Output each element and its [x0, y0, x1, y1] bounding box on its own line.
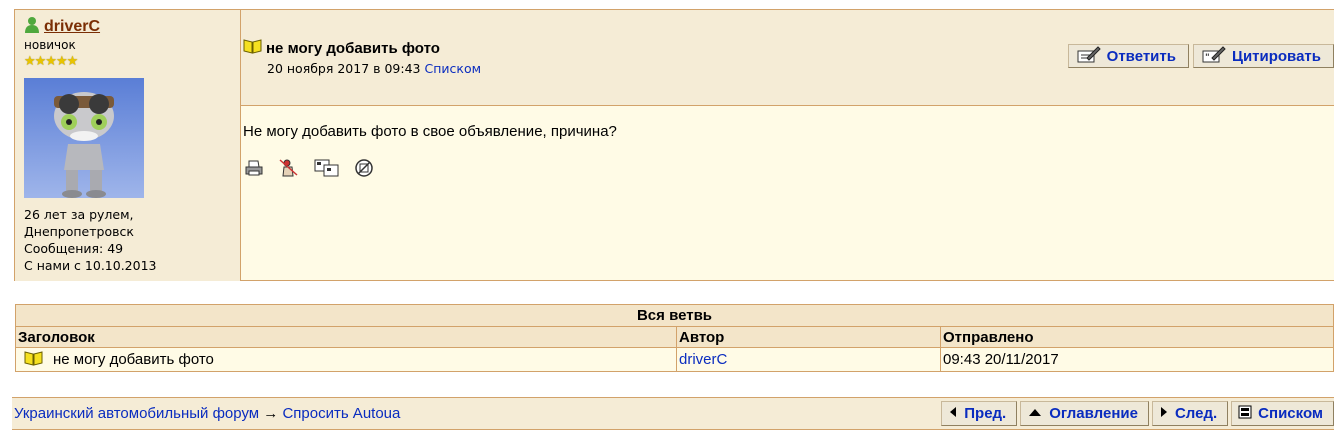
list-view-link[interactable]: Списком: [425, 61, 482, 76]
rank-stars-icon: ★★★★★: [24, 54, 78, 69]
prev-label: Пред.: [964, 405, 1007, 422]
author-info: 26 лет за рулем, Днепропетровск Сообщени…: [24, 206, 240, 274]
thread-sent-cell: 09:43 20/11/2017: [940, 347, 1334, 372]
thread-caption: Вся ветвь: [15, 304, 1334, 327]
toc-label: Оглавление: [1049, 405, 1138, 422]
table-row: не могу добавить фото driverC 09:43 20/1…: [15, 347, 1334, 372]
triangle-right-icon: [1159, 405, 1169, 422]
triangle-left-icon: [948, 405, 958, 422]
post-body: Не могу добавить фото в свое объявление,…: [243, 123, 617, 140]
post-actions: Ответить " Цитировать: [1067, 44, 1334, 68]
quote-label: Цитировать: [1231, 47, 1321, 65]
quote-button[interactable]: " Цитировать: [1192, 44, 1334, 68]
author-name-link[interactable]: driverC: [44, 18, 100, 36]
screen-icon[interactable]: [314, 158, 340, 178]
reply-label: Ответить: [1106, 47, 1176, 65]
footer-bar: Украинский автомобильный форум → Спросит…: [12, 397, 1334, 430]
author-messages: Сообщения: 49: [24, 241, 124, 256]
post-meta: 20 ноября 2017 в 09:43 Списком: [267, 61, 481, 76]
post-tools: [244, 158, 374, 178]
thread-title-cell: не могу добавить фото: [15, 347, 677, 372]
thread-table: Вся ветвь Заголовок Автор Отправлено не …: [15, 304, 1334, 372]
print-icon[interactable]: [244, 159, 264, 177]
list-label: Списком: [1258, 405, 1323, 422]
breadcrumb-forum-link[interactable]: Украинский автомобильный форум: [14, 405, 259, 422]
thread-author-link[interactable]: driverC: [679, 351, 727, 368]
author-member-since: С нами с 10.10.2013: [24, 258, 157, 273]
avatar: [24, 78, 144, 198]
quote-pen-icon: ": [1202, 45, 1226, 67]
post-title: не могу добавить фото: [266, 39, 440, 57]
user-online-icon: [24, 16, 40, 38]
column-header-title: Заголовок: [15, 326, 677, 348]
column-header-author: Автор: [676, 326, 941, 348]
author-panel: driverC новичок ★★★★★ 26 лет за рулем, Д…: [15, 10, 241, 281]
toc-button[interactable]: Оглавление: [1020, 401, 1149, 426]
next-button[interactable]: След.: [1151, 401, 1229, 426]
next-label: След.: [1174, 405, 1218, 422]
reply-button[interactable]: Ответить: [1067, 44, 1189, 68]
author-name-row: driverC: [24, 16, 100, 38]
author-experience: 26 лет за рулем, Днепропетровск: [24, 207, 134, 239]
author-rank: новичок: [24, 38, 76, 52]
list-icon: [1238, 405, 1252, 423]
open-book-icon: [243, 38, 262, 58]
column-header-sent: Отправлено: [940, 326, 1334, 348]
breadcrumb-section-link[interactable]: Спросить Autoua: [282, 405, 400, 422]
forum-post: driverC новичок ★★★★★ 26 лет за рулем, Д…: [14, 9, 1334, 281]
thread-author-cell: driverC: [676, 347, 941, 372]
post-header: не могу добавить фото 20 ноября 2017 в 0…: [241, 10, 1334, 106]
moderate-icon[interactable]: [278, 158, 300, 178]
list-button[interactable]: Списком: [1231, 401, 1334, 426]
topic-navigation: Пред. Оглавление След. Списком: [941, 401, 1334, 426]
breadcrumb-arrow: →: [263, 405, 279, 422]
svg-text:": ": [1205, 53, 1210, 63]
thread-title: не могу добавить фото: [53, 351, 214, 368]
triangle-up-icon: [1027, 405, 1043, 422]
reply-pen-icon: [1077, 45, 1101, 67]
open-book-icon: [24, 350, 43, 370]
breadcrumb: Украинский автомобильный форум → Спросит…: [14, 405, 400, 422]
post-date: 20 ноября 2017 в 09:43: [267, 61, 421, 76]
post-title-row: не могу добавить фото: [243, 38, 440, 58]
prev-button[interactable]: Пред.: [941, 401, 1018, 426]
block-icon[interactable]: [354, 158, 374, 178]
